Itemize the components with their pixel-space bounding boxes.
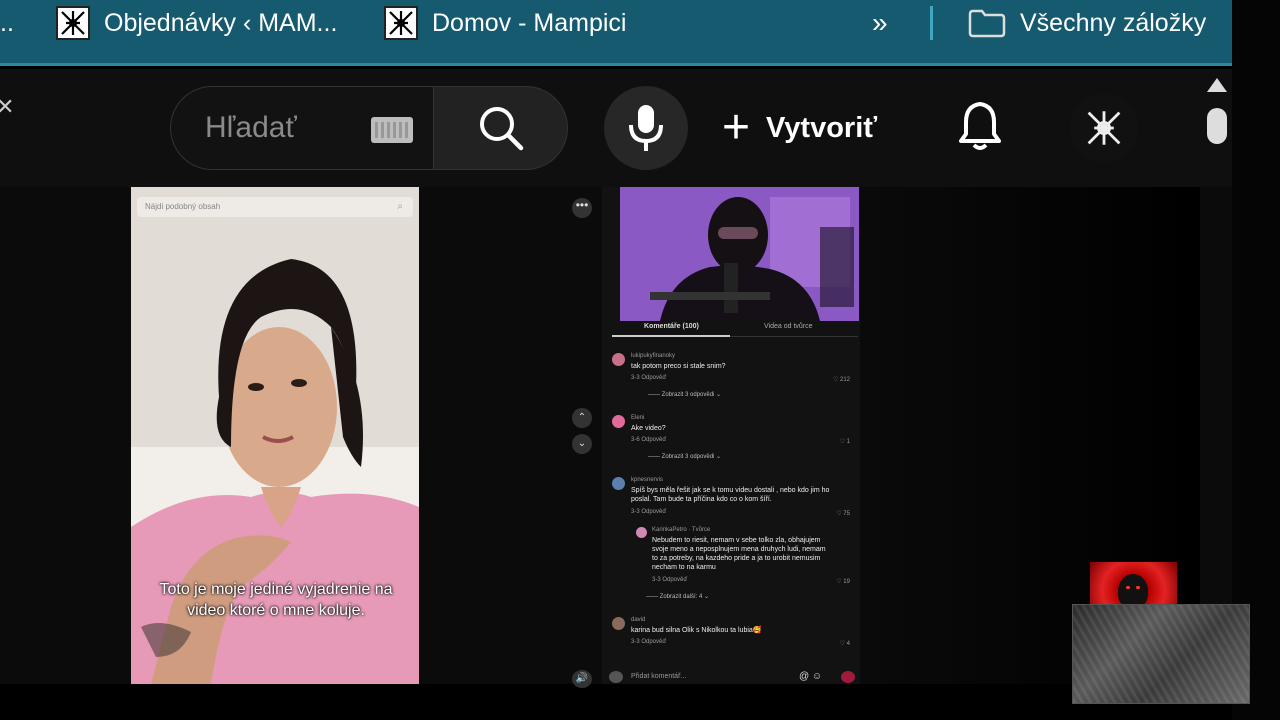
all-bookmarks-button[interactable]: Všechny záložky xyxy=(968,0,1206,46)
search-input[interactable]: Hľadať xyxy=(205,111,297,145)
keyboard-icon[interactable] xyxy=(371,117,413,143)
glowing-eye xyxy=(1136,586,1140,589)
comment-item: lukipukyfinanoky tak potom preco si stal… xyxy=(612,353,852,403)
like-count[interactable]: ♡ 212 xyxy=(833,376,850,383)
plus-icon: + xyxy=(722,101,751,154)
video-search-bar[interactable]: Nájdi podobný obsah ⌕ xyxy=(137,197,413,217)
comment-item: david karina bud silna Olik s Nikolkou t… xyxy=(612,617,852,651)
bookmarks-divider xyxy=(930,6,933,40)
mampici-logo-icon xyxy=(1087,111,1121,145)
folder-icon xyxy=(968,8,1006,38)
mampici-logo-icon xyxy=(56,6,90,40)
comment-text: Spíš bys měla řešit jak se k tomu videu … xyxy=(631,487,830,503)
search-button[interactable] xyxy=(434,86,568,170)
comment-text: Nebudem to riesit, nemam v sebe tolko zl… xyxy=(652,537,826,571)
reply-item: KarinkaPetro · Tvůrce Nebudem to riesit,… xyxy=(636,527,852,607)
active-tab-indicator xyxy=(612,335,730,337)
comment-item: Eleni Ake video? 3-6 Odpověď ♡ 1 —— Zobr… xyxy=(612,415,852,465)
next-video-button[interactable]: ⌄ xyxy=(572,434,592,454)
search-icon: ⌕ xyxy=(397,201,403,212)
scrollbar-thumb[interactable] xyxy=(1207,108,1227,144)
like-count[interactable]: ♡ 19 xyxy=(836,578,850,585)
comment-username[interactable]: david xyxy=(631,617,645,623)
bottom-bar xyxy=(0,684,1232,720)
panel-tabs: Komentáře (100) Videa od tvůrce xyxy=(602,321,860,339)
avatar[interactable] xyxy=(612,477,625,490)
video-search-placeholder: Nájdi podobný obsah xyxy=(145,202,221,211)
bookmark-objednavky[interactable]: Objednávky ‹ MAM... xyxy=(56,0,337,46)
post-comment-button[interactable] xyxy=(841,671,855,683)
comment-text: Ake video? xyxy=(631,425,666,432)
all-bookmarks-label: Všechny záložky xyxy=(1020,8,1207,37)
comment-meta[interactable]: 3-3 Odpověď xyxy=(631,509,666,515)
like-count[interactable]: ♡ 75 xyxy=(836,510,850,517)
comment-username[interactable]: kpnesnervis xyxy=(631,477,663,483)
avatar[interactable] xyxy=(612,353,625,366)
comment-meta[interactable]: 3-3 Odpověď xyxy=(631,639,666,645)
add-comment-input[interactable]: Přidat komentář... xyxy=(631,673,686,680)
like-count[interactable]: ♡ 4 xyxy=(840,640,850,647)
close-icon[interactable]: ✕ xyxy=(0,94,14,120)
video-subtitle: Toto je moje jediné vyjadrenie na video … xyxy=(159,581,393,619)
comment-meta[interactable]: 3-6 Odpověď xyxy=(631,437,666,443)
avatar[interactable] xyxy=(612,617,625,630)
create-button[interactable]: + Vytvoriť xyxy=(722,86,877,170)
view-replies-button[interactable]: —— Zobrazit 3 odpovědi ⌄ xyxy=(648,391,721,398)
bookmarks-more-button[interactable]: » xyxy=(872,0,888,46)
video-player-left[interactable]: Nájdi podobný obsah ⌕ Toto je moje jedin… xyxy=(131,187,419,684)
mention-emoji-icons[interactable]: @ ☺ xyxy=(799,671,822,682)
avatar xyxy=(609,671,623,683)
volume-button[interactable]: 🔊 xyxy=(572,670,592,688)
double-chevron-icon: » xyxy=(872,7,888,38)
bookmark-domov[interactable]: Domov - Mampici xyxy=(384,0,626,46)
glowing-eye xyxy=(1126,586,1130,589)
comment-meta[interactable]: 3-3 Odpověď xyxy=(652,577,687,583)
bell-icon xyxy=(959,102,1001,150)
bookmark-truncated-label: .. xyxy=(0,8,14,37)
comment-username[interactable]: KarinkaPetro · Tvůrce xyxy=(652,527,710,533)
view-more-replies-button[interactable]: —— Zobrazit další: 4 ⌄ xyxy=(646,593,709,600)
search-icon xyxy=(479,107,523,151)
comment-item: kpnesnervis Spíš bys měla řešit jak se k… xyxy=(612,477,852,525)
webcam-overlay xyxy=(1072,604,1250,704)
create-label: Vytvoriť xyxy=(766,111,878,144)
bookmark-label: Domov - Mampici xyxy=(432,8,627,37)
comment-text: tak potom preco si stale snim? xyxy=(631,363,726,370)
comment-text: karina bud silna Olik s Nikolkou ta lubi… xyxy=(631,627,762,634)
add-comment-bar[interactable]: Přidat komentář... @ ☺ xyxy=(607,671,857,684)
bookmark-truncated[interactable]: .. xyxy=(0,0,14,46)
mampici-logo-icon xyxy=(384,6,418,40)
microphone-icon xyxy=(629,105,663,151)
thumbnail-image xyxy=(620,187,859,321)
more-options-button[interactable]: ••• xyxy=(572,198,592,218)
tab-creator-videos[interactable]: Videa od tvůrce xyxy=(764,323,813,330)
voice-search-button[interactable] xyxy=(604,86,688,170)
avatar[interactable] xyxy=(612,415,625,428)
masked-head xyxy=(1118,574,1148,608)
tab-comments[interactable]: Komentáře (100) xyxy=(644,323,699,330)
webcam-overlay-red xyxy=(1090,562,1177,610)
comment-username[interactable]: Eleni xyxy=(631,415,644,421)
tab-divider xyxy=(730,336,858,337)
comment-meta[interactable]: 3-3 Odpověď xyxy=(631,375,666,381)
avatar[interactable] xyxy=(636,527,647,538)
like-count[interactable]: ♡ 1 xyxy=(840,438,850,445)
comments-panel: Komentáře (100) Videa od tvůrce lukipuky… xyxy=(602,187,860,684)
account-avatar[interactable] xyxy=(1070,94,1138,162)
bookmark-label: Objednávky ‹ MAM... xyxy=(104,8,338,37)
scroll-up-arrow[interactable] xyxy=(1207,78,1227,92)
view-replies-button[interactable]: —— Zobrazit 3 odpovědi ⌄ xyxy=(648,453,721,460)
previous-video-button[interactable]: ⌃ xyxy=(572,408,592,428)
notifications-button[interactable] xyxy=(952,96,1008,156)
bookmarks-bar: .. Objednávky ‹ MAM... Domov - Mampici »… xyxy=(0,0,1232,66)
creator-video-thumbnail[interactable] xyxy=(620,187,859,321)
search-box[interactable]: Hľadať xyxy=(170,86,434,170)
comment-username[interactable]: lukipukyfinanoky xyxy=(631,353,675,359)
